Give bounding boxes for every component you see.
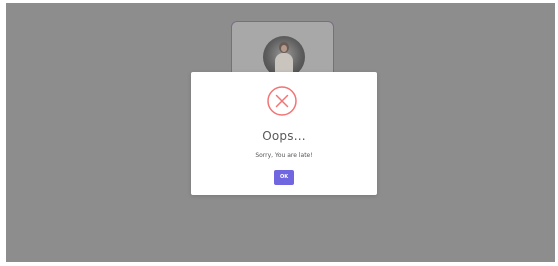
avatar-face-shape: [281, 45, 287, 52]
alert-dialog: Oops... Sorry, You are late! OK: [191, 72, 377, 195]
alert-message: Sorry, You are late!: [255, 152, 313, 159]
error-x-circle-icon: [267, 86, 297, 116]
alert-title: Oops...: [262, 129, 306, 143]
ok-button[interactable]: OK: [274, 170, 294, 185]
